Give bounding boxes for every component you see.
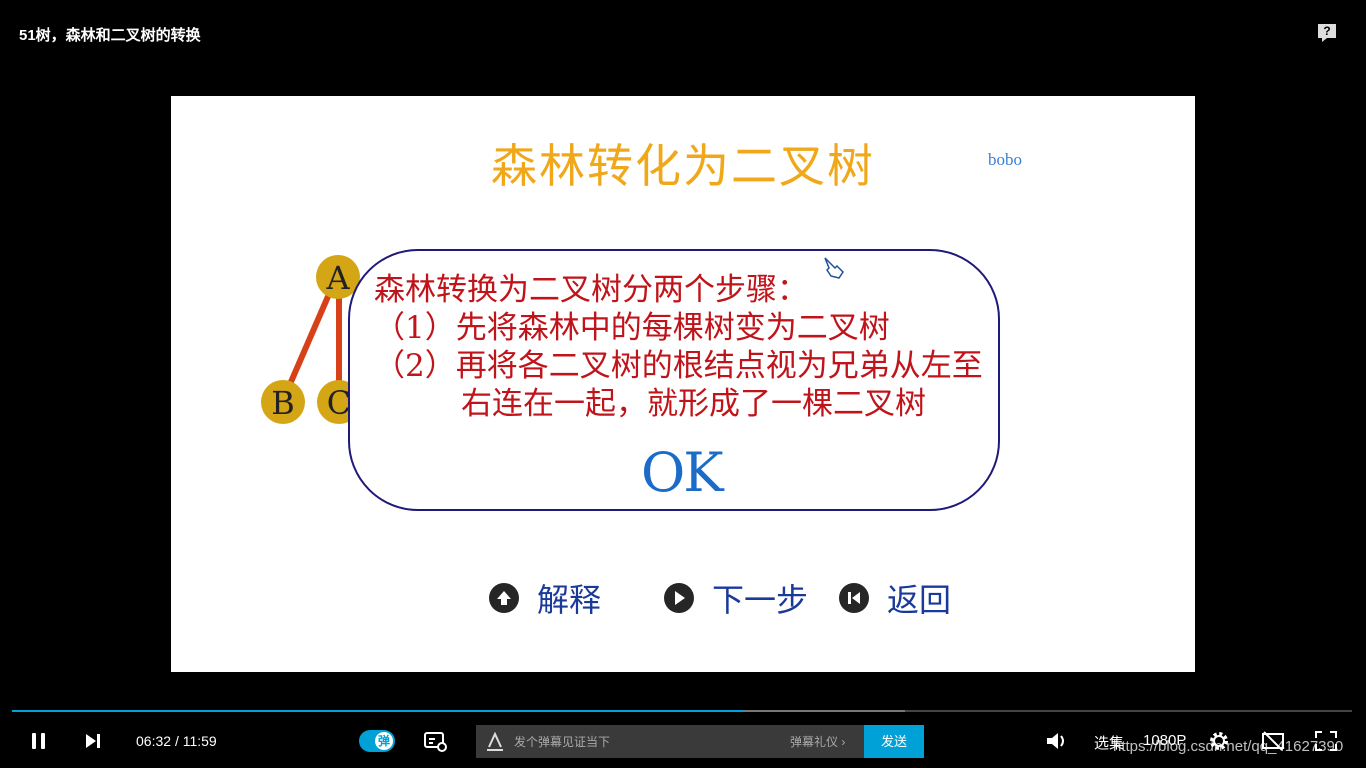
tree-label-a: A xyxy=(325,259,350,297)
time-separator: / xyxy=(174,733,179,749)
ok-label: OK xyxy=(641,441,724,504)
back-label: 返回 xyxy=(887,581,952,619)
video-frame[interactable]: 森林转化为二叉树 bobo A B C 森林转换为二叉树分两个步骤： （1）先将… xyxy=(171,96,1195,672)
danmaku-settings-icon[interactable] xyxy=(424,731,448,753)
danmaku-input-bar[interactable]: 发个弹幕见证当下 弹幕礼仪 › xyxy=(476,725,864,758)
total-time: 11:59 xyxy=(182,733,217,749)
hand-cursor-icon xyxy=(824,257,844,279)
tree-label-b: B xyxy=(271,384,295,422)
play-icon xyxy=(664,583,694,613)
text-format-icon[interactable] xyxy=(486,732,504,752)
back-button[interactable]: 返回 xyxy=(839,580,951,619)
up-arrow-icon xyxy=(489,583,519,613)
help-icon[interactable]: ? xyxy=(1316,22,1338,44)
send-button[interactable]: 发送 xyxy=(864,725,924,758)
current-time: 06:32 xyxy=(136,733,172,749)
danmaku-input[interactable]: 发个弹幕见证当下 xyxy=(514,733,610,750)
time-display: 06:32 / 11:59 xyxy=(136,733,217,749)
progress-played[interactable] xyxy=(12,710,744,712)
bubble-line-step2: （2）再将各二叉树的根结点视为兄弟从左至右连在一起，就形成了一棵二叉树 xyxy=(374,348,983,422)
next-episode-icon[interactable] xyxy=(83,731,103,751)
watermark-url: https://blog.csdn.net/qq_41627390 xyxy=(1113,738,1344,755)
bubble-line-intro: 森林转换为二叉树分两个步骤： xyxy=(374,272,808,308)
video-title: 51树，森林和二叉树的转换 xyxy=(19,27,201,44)
bubble-text: 森林转换为二叉树分两个步骤： （1）先将森林中的每棵树变为二叉树 （2）再将各二… xyxy=(374,271,1001,423)
danmaku-toggle[interactable]: 弹 xyxy=(359,730,395,752)
pause-icon[interactable] xyxy=(29,731,49,751)
next-step-label: 下一步 xyxy=(712,581,809,619)
skip-back-icon xyxy=(839,583,869,613)
danmaku-toggle-label: 弹 xyxy=(375,732,393,750)
explain-button[interactable]: 解释 xyxy=(489,580,601,619)
next-step-button[interactable]: 下一步 xyxy=(664,580,808,619)
volume-icon[interactable] xyxy=(1045,730,1069,752)
explain-label: 解释 xyxy=(537,581,602,619)
danmaku-etiquette-link[interactable]: 弹幕礼仪 › xyxy=(790,733,845,750)
bubble-line-step1: （1）先将森林中的每棵树变为二叉树 xyxy=(374,310,890,346)
svg-text:?: ? xyxy=(1323,24,1330,38)
speech-bubble: 森林转换为二叉树分两个步骤： （1）先将森林中的每棵树变为二叉树 （2）再将各二… xyxy=(348,249,1000,511)
